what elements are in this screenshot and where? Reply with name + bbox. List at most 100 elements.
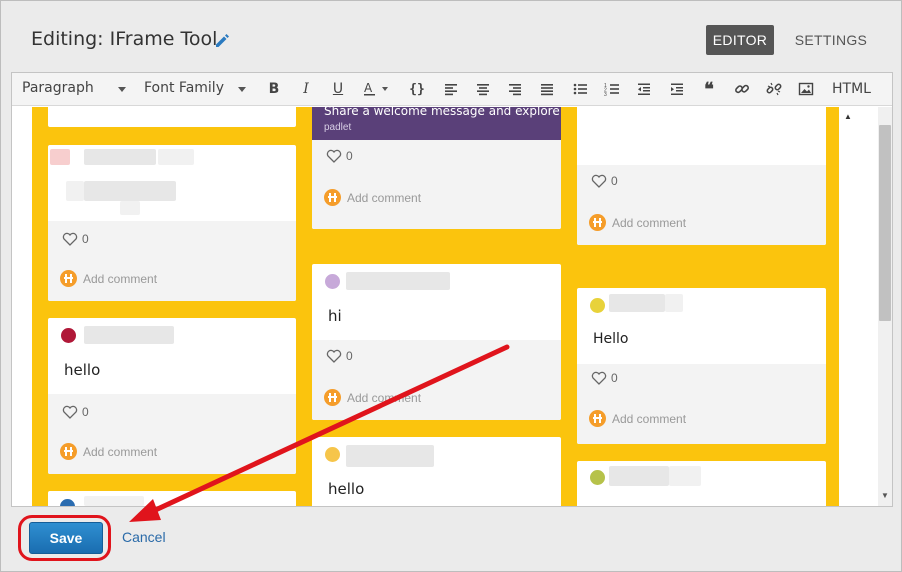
unlink-icon[interactable] [763, 79, 785, 99]
post-card[interactable] [48, 491, 296, 506]
embedded-padlet-frame[interactable]: 0 Add comment hello 0 Add comment Share … [12, 107, 892, 506]
post-text: Hello [593, 331, 629, 347]
add-comment-button[interactable]: Add comment [60, 443, 157, 460]
html-view-button[interactable]: HTML [832, 81, 871, 97]
svg-text:3: 3 [604, 92, 607, 97]
add-comment-button[interactable]: Add comment [589, 410, 686, 427]
italic-icon[interactable]: I [295, 79, 317, 99]
post-card[interactable]: 0 Add comment [577, 107, 826, 245]
scroll-down-icon[interactable]: ▼ [879, 490, 891, 502]
dialog-title: Editing: IFrame Tool [31, 28, 218, 50]
post-text: hello [64, 361, 101, 379]
user-avatar [325, 274, 340, 289]
indent-icon[interactable] [666, 79, 688, 99]
align-center-icon[interactable] [472, 79, 494, 99]
numbered-list-icon[interactable]: 123 [601, 79, 623, 99]
post-card[interactable]: 0 Add comment [48, 145, 296, 301]
bold-icon[interactable]: B [263, 79, 285, 99]
dialog-header: Editing: IFrame Tool EDITOR SETTINGS [1, 1, 901, 71]
svg-text:A: A [364, 81, 373, 95]
post-card[interactable] [577, 461, 826, 506]
like-button[interactable]: 0 [62, 232, 89, 246]
code-icon[interactable]: {} [406, 79, 428, 99]
add-comment-label: Add comment [612, 411, 687, 426]
text-color-icon[interactable]: A [360, 79, 394, 99]
like-count: 0 [346, 349, 353, 363]
add-comment-label: Add comment [83, 444, 158, 459]
heart-icon [326, 149, 342, 163]
blurred-author-name [609, 466, 669, 486]
like-button[interactable]: 0 [591, 174, 618, 188]
post-title: Share a welcome message and explore ... [324, 107, 561, 118]
padlet-board: 0 Add comment hello 0 Add comment Share … [32, 107, 839, 506]
add-comment-button[interactable]: Add comment [324, 189, 421, 206]
blurred-avatar [50, 149, 70, 165]
add-comment-label: Add comment [347, 390, 422, 405]
post-footer: 0 Add comment [312, 340, 561, 420]
link-icon[interactable] [731, 79, 753, 99]
comment-avatar-icon [60, 443, 77, 460]
welcome-post-card[interactable]: Share a welcome message and explore ... … [312, 107, 561, 229]
scrollbar-thumb[interactable] [879, 125, 891, 321]
post-card[interactable]: hi 0 Add comment [312, 264, 561, 420]
chevron-down-icon [118, 87, 126, 92]
like-count: 0 [346, 149, 353, 163]
heart-icon [62, 405, 78, 419]
heart-icon [326, 349, 342, 363]
user-avatar [590, 470, 605, 485]
post-header: Share a welcome message and explore ... … [312, 107, 561, 140]
blurred-author-name [669, 466, 701, 486]
add-comment-button[interactable]: Add comment [324, 389, 421, 406]
like-count: 0 [611, 174, 618, 188]
bullet-list-icon[interactable] [569, 79, 591, 99]
like-count: 0 [82, 405, 89, 419]
underline-icon[interactable]: U [327, 79, 349, 99]
add-comment-label: Add comment [347, 190, 422, 205]
user-avatar [325, 447, 340, 462]
cancel-link[interactable]: Cancel [122, 529, 166, 545]
blockquote-icon[interactable]: ❝ [698, 79, 720, 100]
like-button[interactable]: 0 [326, 349, 353, 363]
blurred-author-name [346, 272, 450, 290]
font-family-select[interactable]: Font Family [144, 80, 254, 96]
heart-icon [591, 371, 607, 385]
blurred-author-name [84, 149, 156, 165]
comment-avatar-icon [589, 214, 606, 231]
save-button[interactable]: Save [29, 522, 103, 554]
blurred-text [84, 181, 176, 201]
outdent-icon[interactable] [633, 79, 655, 99]
post-footer: 0 Add comment [48, 221, 296, 301]
editor-scrollbar[interactable]: ▼ [858, 107, 892, 506]
user-avatar [60, 499, 75, 506]
add-comment-label: Add comment [83, 271, 158, 286]
image-icon[interactable] [795, 79, 817, 99]
font-family-label: Font Family [144, 80, 224, 96]
heart-icon [591, 174, 607, 188]
align-justify-icon[interactable] [536, 79, 558, 99]
post-text: hi [328, 307, 342, 325]
blurred-text [66, 181, 84, 201]
post-card[interactable]: hello 0 Add comment [48, 318, 296, 474]
paragraph-format-select[interactable]: Paragraph [22, 80, 132, 96]
add-comment-button[interactable]: Add comment [589, 214, 686, 231]
like-button[interactable]: 0 [326, 149, 353, 163]
add-comment-label: Add comment [612, 215, 687, 230]
scroll-up-icon[interactable]: ▲ [844, 112, 852, 121]
dialog-footer: Save Cancel [1, 507, 901, 571]
tab-editor[interactable]: EDITOR [706, 25, 774, 55]
comment-avatar-icon [589, 410, 606, 427]
like-button[interactable]: 0 [62, 405, 89, 419]
post-footer: 0 Add comment [312, 140, 561, 229]
user-avatar [61, 328, 76, 343]
like-button[interactable]: 0 [591, 371, 618, 385]
add-comment-button[interactable]: Add comment [60, 270, 157, 287]
pencil-icon[interactable] [213, 31, 231, 49]
post-card[interactable]: hello [312, 437, 561, 506]
post-card[interactable] [48, 107, 296, 127]
align-right-icon[interactable] [504, 79, 526, 99]
post-card[interactable]: Hello 0 Add comment [577, 288, 826, 444]
blurred-author-name [665, 294, 683, 312]
align-left-icon[interactable] [440, 79, 462, 99]
blurred-author-name [346, 445, 434, 467]
tab-settings[interactable]: SETTINGS [791, 25, 871, 55]
